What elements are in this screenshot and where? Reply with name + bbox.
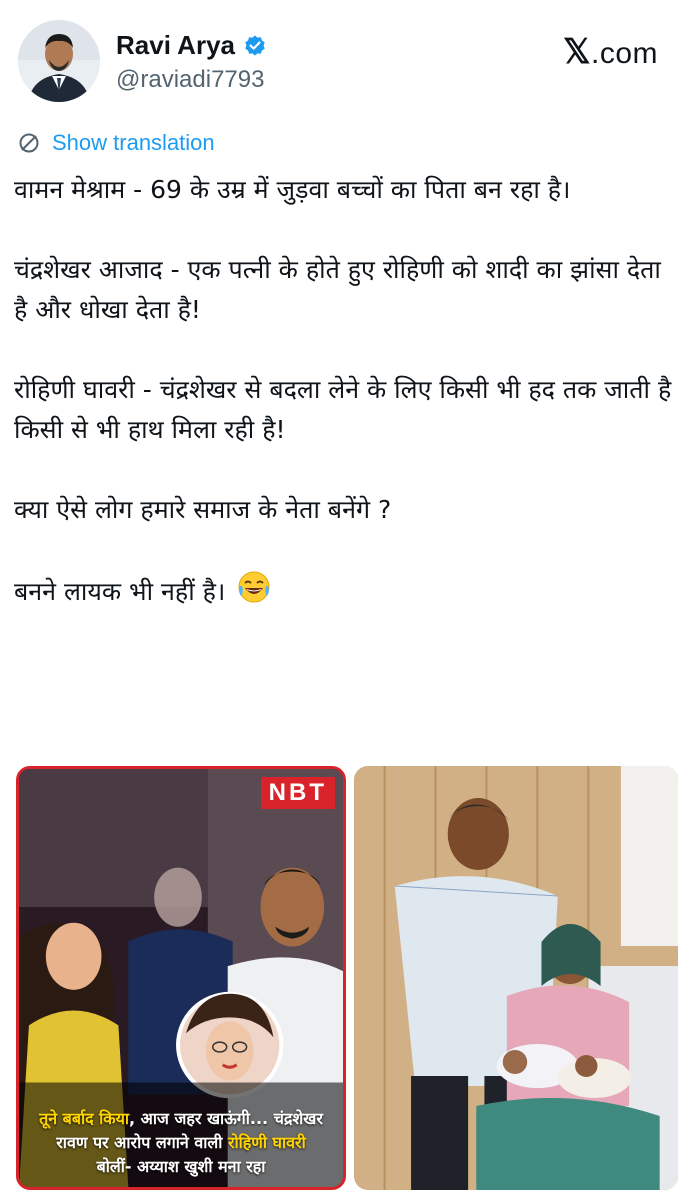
tweet-paragraph: चंद्रशेखर आजाद - एक पत्नी के होते हुए रो… [14, 255, 661, 324]
caption-text: रावण पर आरोप लगाने वाली [56, 1133, 228, 1152]
tweet-header: Ravi Arya @raviadi7793 𝕏.com [18, 20, 678, 110]
hospital-photo [354, 766, 678, 1190]
tweet-last-paragraph: बनने लायक भी नहीं है। [14, 570, 674, 616]
x-logo-suffix: .com [590, 37, 658, 70]
media-image-1[interactable]: NBT तूने बर्बाद किया, आज जहर खाऊंगी... च… [16, 766, 346, 1190]
tweet-paragraph-text: बनने लायक भी नहीं है। [14, 577, 226, 606]
caption-text: , आज जहर खाऊंगी... चंद्रशेखर [129, 1109, 323, 1128]
caption-highlight: तूने बर्बाद किया [39, 1109, 130, 1128]
avatar[interactable] [18, 20, 100, 102]
x-logo: 𝕏.com [563, 32, 658, 72]
nbt-badge: NBT [260, 777, 335, 809]
tweet-media: NBT तूने बर्बाद किया, आज जहर खाऊंगी... च… [16, 766, 678, 1190]
author-name[interactable]: Ravi Arya [116, 30, 235, 61]
show-translation-button[interactable]: Show translation [18, 130, 215, 156]
caption-highlight: रोहिणी घावरी [227, 1133, 306, 1152]
x-logo-letter: 𝕏 [563, 33, 591, 71]
avatar-image [18, 20, 100, 102]
tweet-paragraph: क्या ऐसे लोग हमारे समाज के नेता बनेंगे ? [14, 495, 392, 524]
image-caption: तूने बर्बाद किया, आज जहर खाऊंगी... चंद्र… [25, 1107, 337, 1179]
laughing-emoji-icon [237, 570, 271, 616]
translate-globe-icon [19, 133, 39, 153]
author-handle[interactable]: @raviadi7793 [116, 66, 264, 94]
tweet-text: वामन मेश्राम - 69 के उम्र में जुड़वा बच्… [14, 170, 674, 656]
show-translation-label: Show translation [52, 130, 215, 155]
media-image-2[interactable] [354, 766, 678, 1190]
tweet-paragraph: वामन मेश्राम - 69 के उम्र में जुड़वा बच्… [14, 175, 571, 204]
caption-text: बोलीं- अय्याश खुशी मना रहा [96, 1157, 266, 1176]
verified-badge-icon [245, 35, 265, 55]
tweet-paragraph: रोहिणी घावरी - चंद्रशेखर से बदला लेने के… [14, 375, 672, 444]
